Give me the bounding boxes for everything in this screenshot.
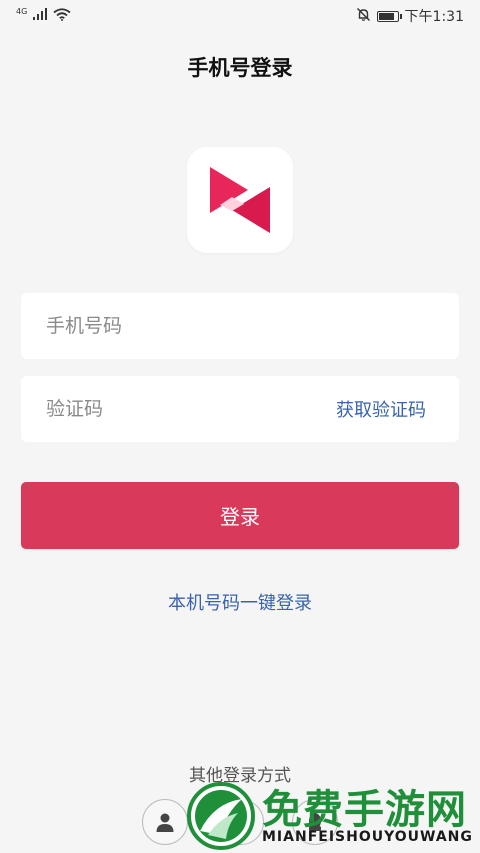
phone-input[interactable] [44,314,436,338]
network-type: 4G [16,6,28,16]
status-right: 下午1:31 [356,6,464,26]
verification-code-input[interactable] [44,397,336,421]
notification-muted-icon [356,7,371,26]
login-button[interactable]: 登录 [21,482,459,549]
page-title: 手机号登录 [187,56,293,80]
verification-code-field[interactable]: 获取验证码 [21,376,459,442]
watermark-text-cn: 免费手游网 [262,787,467,833]
status-bar: 4G 下午1:31 [0,0,480,32]
watermark-logo-icon [187,782,255,850]
status-left: 4G [16,6,71,25]
app-logo [187,147,293,253]
one-key-login-link[interactable]: 本机号码一键登录 [0,589,480,615]
clock: 下午1:31 [404,9,464,25]
phone-field[interactable] [21,293,459,359]
wifi-icon [53,7,71,25]
watermark-text-en: MIANFEISHOUYOUWANG [262,829,473,845]
watermark: 免费手游网 MIANFEISHOUYOUWANG [182,777,480,853]
person-icon [156,813,174,832]
bowtie-play-logo-icon [210,167,270,233]
get-code-button[interactable]: 获取验证码 [336,396,426,422]
battery-icon [376,10,402,22]
battery-level [378,12,394,20]
signal-icon [33,8,48,24]
